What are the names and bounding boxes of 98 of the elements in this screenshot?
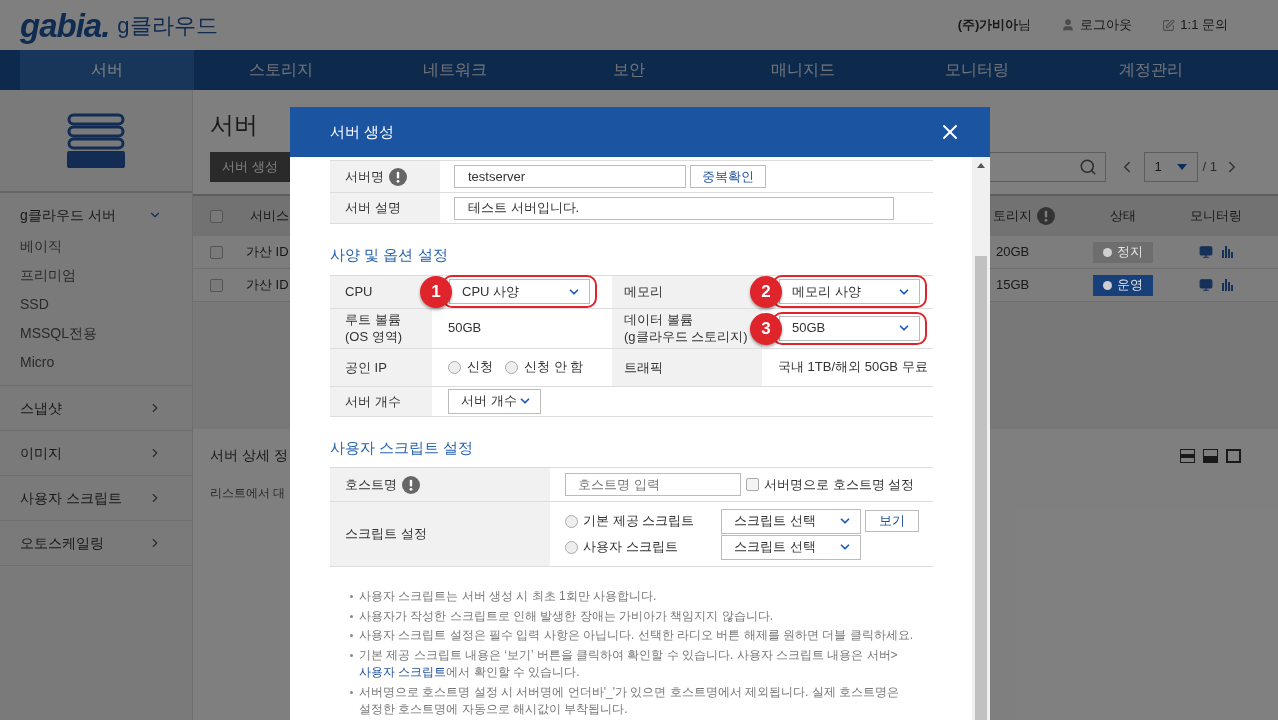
panel-hint: 리스트에서 대 <box>210 485 286 502</box>
field-label: 서버명 <box>345 167 384 186</box>
radio-label: 사용자 스크립트 <box>583 538 678 557</box>
radio-label: 기본 제공 스크립트 <box>583 512 695 531</box>
script-link[interactable]: 사용자 스크립트 <box>359 665 447 679</box>
text-field[interactable]: 테스트 서버입니다. <box>454 196 894 220</box>
nav-tab[interactable]: 네트워크 <box>368 50 542 90</box>
column-header: 모니터링 <box>1189 207 1243 226</box>
table-cell-text: 가산 ID <box>246 276 289 295</box>
status-badge: 정지 <box>1093 241 1153 263</box>
layout-icon[interactable] <box>1226 448 1241 463</box>
column-header: 토리지 <box>993 207 1032 226</box>
panel-title: 서버 상세 정 <box>210 446 288 465</box>
script-select[interactable]: 스크립트 선택 <box>721 534 861 560</box>
column-header: 상태 <box>1109 207 1137 226</box>
field-label: 호스트명 <box>345 475 397 494</box>
user-name: (주)가비아님 <box>957 16 1032 35</box>
bar-chart-icon[interactable] <box>1220 245 1234 258</box>
nav-tab[interactable]: 스토리지 <box>194 50 368 90</box>
dropdown-select[interactable]: CPU 사양 <box>449 279 590 304</box>
sidebar-item[interactable]: MSSQL전용 <box>0 319 192 348</box>
sidebar-group[interactable]: 이미지 <box>0 431 192 475</box>
script-select[interactable]: 스크립트 선택 <box>721 508 861 534</box>
create-server-button[interactable]: 서버 생성 <box>210 152 290 182</box>
radio-label: 신청 안 함 <box>524 358 584 377</box>
sidebar-item[interactable]: 프리미엄 <box>0 261 192 290</box>
section-title: 사용자 스크립트 설정 <box>330 437 475 458</box>
checkbox[interactable] <box>210 209 223 223</box>
page-select[interactable]: 1 <box>1143 152 1198 182</box>
monitor-icon[interactable] <box>1198 245 1213 259</box>
page-total: / 1 <box>1202 158 1217 177</box>
radio-label: 신청 <box>467 358 493 377</box>
radio-button[interactable] <box>448 360 461 374</box>
note-text: 사용자가 작성한 스크립트로 인해 발생한 장애는 가비아가 책임지지 않습니다. <box>359 607 773 625</box>
scrollbar[interactable] <box>972 157 990 720</box>
logo[interactable]: gabia. <box>20 8 110 42</box>
dropdown-select[interactable]: 서버 개수 <box>448 388 541 414</box>
layout-icon[interactable] <box>1203 448 1218 463</box>
checkbox[interactable] <box>746 478 759 491</box>
field-label: 루트 볼륨 (OS 영역) <box>345 311 403 345</box>
field-label: 데이터 볼륨 (g클라우드 스토리지) <box>624 311 748 345</box>
sidebar-item[interactable]: SSD <box>0 290 192 319</box>
inquiry-link[interactable]: 1:1 문의 <box>1162 15 1228 35</box>
field-label: CPU <box>345 283 373 300</box>
scrollbar-thumb[interactable] <box>975 256 987 720</box>
radio-button[interactable] <box>565 514 578 528</box>
note-text: 기본 제공 스크립트 내용은 ‘보기’ 버튼을 클릭하여 확인할 수 있습니다. 사용자 스크립트 내용은 서버> 사용자 스크립트에서 확인할 수 있습니다. <box>359 646 899 681</box>
field-label: 메모리 <box>624 283 663 300</box>
user-icon <box>1061 18 1076 32</box>
table-cell-text: 20GB <box>995 243 1031 262</box>
column-header: 서비스 <box>250 207 289 226</box>
view-button[interactable]: 보기 <box>865 510 919 532</box>
sidebar-group[interactable]: 오토스케일링 <box>0 521 192 565</box>
radio-button[interactable] <box>565 540 578 554</box>
radio-button[interactable] <box>505 360 518 374</box>
checkbox-label: 서버명으로 호스트명 설정 <box>764 475 915 494</box>
product-name: g클라우드 <box>117 11 218 40</box>
value-text: 국내 1TB/해외 50GB 무료 <box>778 358 928 377</box>
value-text: 50GB <box>448 319 482 338</box>
nav-tab[interactable]: 모니터링 <box>890 50 1064 90</box>
nav-tab[interactable]: 보안 <box>542 50 716 90</box>
layout-icon[interactable] <box>1180 448 1195 463</box>
page-title: 서버 <box>210 110 258 140</box>
status-badge: 운영 <box>1093 274 1153 296</box>
hostname-field[interactable]: 호스트명 입력 <box>565 473 741 496</box>
info-icon <box>1037 207 1055 225</box>
checkbox[interactable] <box>210 245 223 259</box>
checkbox[interactable] <box>210 278 223 292</box>
note-text: 서버명으로 호스트명 설정 시 서버명에 언더바'_'가 있으면 호스트명에서 제외됩니다. 실제 호스트명은 설정한 호스트명에 자동으로 해시값이 부착됩니다. <box>359 683 900 718</box>
modal-title: 서버 생성 <box>330 121 395 142</box>
note-text: 사용자 스크립트는 서버 생성 시 최초 1회만 사용합니다. <box>359 588 657 605</box>
nav-tab[interactable]: 매니지드 <box>716 50 890 90</box>
server-icon <box>67 112 125 169</box>
field-label: 스크립트 설정 <box>345 525 427 544</box>
dropdown-select[interactable]: 메모리 사양 <box>779 279 920 304</box>
field-label: 서버 개수 <box>345 392 401 410</box>
section-title: 사양 및 옵션 설정 <box>330 245 449 265</box>
field-label: 트래픽 <box>624 358 663 376</box>
check-duplicate-button[interactable]: 중복확인 <box>690 165 766 188</box>
logout-link[interactable]: 로그아웃 <box>1061 15 1133 35</box>
table-cell-text: 가산 ID <box>246 243 289 262</box>
nav-tab[interactable]: 계정관리 <box>1064 50 1238 90</box>
field-label: 서버 설명 <box>345 199 401 218</box>
bar-chart-icon[interactable] <box>1220 278 1234 291</box>
scroll-up-icon[interactable] <box>977 163 985 168</box>
sidebar-group[interactable]: 사용자 스크립트 <box>0 476 192 520</box>
text-field[interactable]: testserver <box>454 165 686 188</box>
triangle-down-icon <box>1176 164 1187 170</box>
sidebar-group[interactable]: 스냅샷 <box>0 386 192 430</box>
nav-tab[interactable]: 서버 <box>20 50 194 90</box>
sidebar-item[interactable]: Micro <box>0 348 192 377</box>
table-cell-text: 15GB <box>995 276 1031 295</box>
field-label: 공인 IP <box>345 358 387 376</box>
edit-icon <box>1162 18 1176 32</box>
monitor-icon[interactable] <box>1198 278 1213 292</box>
search-icon <box>1078 158 1097 176</box>
dropdown-select[interactable]: 50GB <box>779 315 920 341</box>
note-text: 사용자 스크립트 설정은 필수 입력 사항은 아닙니다. 선택한 라디오 버튼 해제를 원하면 더블 클릭하세요. <box>359 627 913 644</box>
